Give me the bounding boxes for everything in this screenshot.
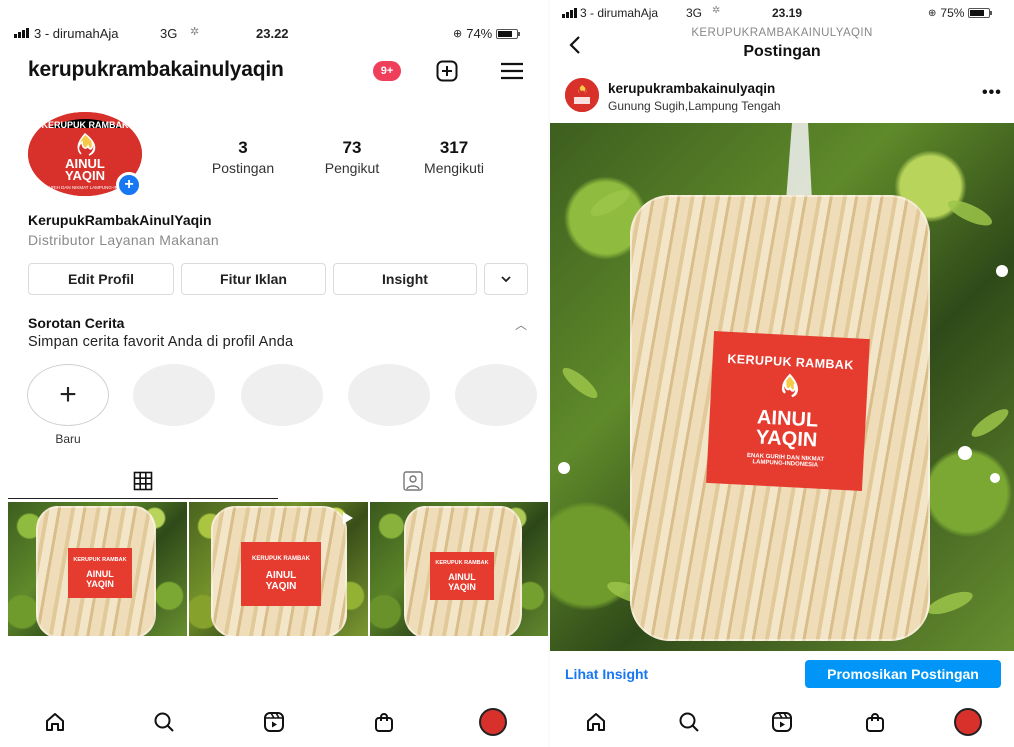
status-bar: 3 - dirumahAja 3G ✲ 23.22 ⊕ 74% — [0, 26, 548, 48]
grid-label-name2: YAQIN — [265, 581, 297, 592]
grid-label-brand: KERUPUK RAMBAK — [73, 557, 127, 563]
reels-icon[interactable] — [762, 702, 802, 742]
grid-label-name1: AINUL — [265, 570, 297, 581]
post-username[interactable]: kerupukrambakainulyaqin — [608, 81, 775, 96]
grid-label-name2: YAQIN — [86, 579, 114, 589]
profile-avatar[interactable] — [948, 702, 988, 742]
edit-profile-button[interactable]: Edit Profil — [28, 263, 174, 295]
bottom-nav — [550, 697, 1014, 747]
stat-following[interactable]: 317 Mengikuti — [406, 138, 502, 176]
logo-brand-text: KERUPUK RAMBAK — [42, 120, 129, 130]
grid-label-name2: YAQIN — [448, 582, 476, 592]
post-location[interactable]: Gunung Sugih,Lampung Tengah — [608, 99, 781, 113]
plus-icon: + — [59, 378, 77, 411]
stat-posts[interactable]: 3 Postingan — [195, 138, 291, 176]
chevron-down-icon — [501, 276, 511, 283]
stat-posts-value: 3 — [238, 138, 248, 157]
active-tab-indicator — [8, 498, 278, 499]
logo-name-line2: YAQIN — [65, 168, 105, 183]
network-type: 3G — [160, 26, 178, 41]
add-story-icon[interactable]: + — [116, 172, 142, 198]
flame-icon — [781, 373, 799, 398]
suggested-dropdown-button[interactable] — [484, 263, 528, 295]
grid-label-name1: AINUL — [448, 572, 476, 582]
signal-icon — [14, 28, 29, 38]
ads-tools-button[interactable]: Fitur Iklan — [181, 263, 326, 295]
carrier-name: 3 - dirumahAja — [580, 6, 659, 20]
profile-username[interactable]: kerupukrambakainulyaqin — [28, 58, 284, 82]
reel-indicator-icon — [343, 512, 353, 524]
view-insights-link[interactable]: Lihat Insight — [565, 666, 648, 682]
post-image[interactable]: KERUPUK RAMBAK AINUL YAQIN ENAK GURIH DA… — [550, 123, 1014, 651]
grid-post[interactable]: KERUPUK RAMBAK AINUL YAQIN — [8, 502, 187, 636]
menu-icon[interactable] — [498, 58, 526, 84]
stat-following-label: Mengikuti — [424, 160, 484, 176]
signal-icon — [562, 8, 577, 18]
tagged-icon — [403, 471, 423, 491]
battery-icon — [968, 8, 993, 18]
stat-posts-label: Postingan — [211, 160, 275, 176]
display-name: KerupukRambakAinulYaqin — [28, 212, 212, 228]
grid-label-name1: AINUL — [86, 569, 114, 579]
chevron-up-icon[interactable]: ︿ — [515, 316, 527, 333]
shop-icon[interactable] — [364, 702, 404, 742]
home-icon[interactable] — [35, 702, 75, 742]
stat-following-value: 317 — [439, 138, 469, 157]
label-name-line2: YAQIN — [755, 426, 818, 452]
notification-badge[interactable]: 9+ — [373, 61, 401, 81]
label-brand: KERUPUK RAMBAK — [727, 351, 855, 373]
stat-followers[interactable]: 73 Pengikut — [304, 138, 400, 176]
home-icon[interactable] — [576, 702, 616, 742]
stat-followers-label: Pengikut — [324, 160, 380, 176]
battery-indicator: ⊕ 75% — [928, 6, 993, 20]
highlight-placeholder — [455, 364, 537, 426]
profile-screen: 3 - dirumahAja 3G ✲ 23.22 ⊕ 74% kerupukr… — [0, 0, 548, 747]
highlight-placeholder — [241, 364, 323, 426]
tab-tagged[interactable] — [278, 462, 548, 500]
grid-post[interactable]: KERUPUK RAMBAK AINUL YAQIN — [370, 502, 548, 636]
insight-button[interactable]: Insight — [333, 263, 477, 295]
more-options-icon[interactable]: ••• — [982, 84, 1002, 102]
search-icon[interactable] — [144, 702, 184, 742]
loading-icon: ✲ — [190, 26, 200, 38]
highlights-subtitle: Simpan cerita favorit Anda di profil And… — [28, 334, 294, 350]
product-label: KERUPUK RAMBAK AINUL YAQIN ENAK GURIH DA… — [706, 331, 870, 491]
battery-indicator: ⊕ 74% — [453, 26, 521, 41]
profile-category: Distributor Layanan Makanan — [28, 232, 219, 248]
new-highlight-label: Baru — [55, 432, 81, 446]
bottom-nav — [0, 697, 548, 747]
status-bar: 3 - dirumahAja 3G ✲ 23.19 ⊕ 75% — [550, 5, 1014, 28]
promote-post-button[interactable]: Promosikan Postingan — [805, 660, 1001, 688]
new-highlight-button[interactable]: + — [27, 364, 109, 426]
battery-percent: 74% — [466, 26, 493, 41]
alarm-icon: ⊕ — [928, 7, 937, 19]
highlight-placeholder — [133, 364, 215, 426]
shop-icon[interactable] — [855, 702, 895, 742]
network-type: 3G — [686, 6, 703, 20]
highlight-placeholder — [348, 364, 430, 426]
alarm-icon: ⊕ — [453, 28, 463, 40]
profile-avatar[interactable] — [473, 702, 513, 742]
grid-label-brand: KERUPUK RAMBAK — [252, 556, 310, 562]
post-avatar[interactable] — [565, 78, 599, 112]
highlights-title: Sorotan Cerita — [28, 315, 125, 331]
battery-icon — [496, 28, 521, 39]
grid-post[interactable]: KERUPUK RAMBAK AINUL YAQIN — [189, 502, 368, 636]
grid-icon — [133, 471, 153, 491]
post-header-title: Postingan — [743, 43, 821, 60]
stat-followers-value: 73 — [342, 138, 362, 157]
reels-icon[interactable] — [254, 702, 294, 742]
carrier-name: 3 - dirumahAja — [34, 26, 119, 41]
battery-percent: 75% — [940, 6, 965, 20]
loading-icon: ✲ — [712, 5, 721, 16]
search-icon[interactable] — [669, 702, 709, 742]
tab-grid[interactable] — [8, 462, 278, 500]
status-time: 23.22 — [256, 26, 289, 41]
grid-label-brand: KERUPUK RAMBAK — [435, 560, 489, 566]
post-screen: 3 - dirumahAja 3G ✲ 23.19 ⊕ 75% KERUPUKR… — [550, 0, 1014, 747]
create-post-icon[interactable] — [434, 58, 460, 84]
status-time: 23.19 — [772, 6, 803, 20]
post-header-account: KERUPUKRAMBAKAINULYAQIN — [691, 27, 873, 39]
